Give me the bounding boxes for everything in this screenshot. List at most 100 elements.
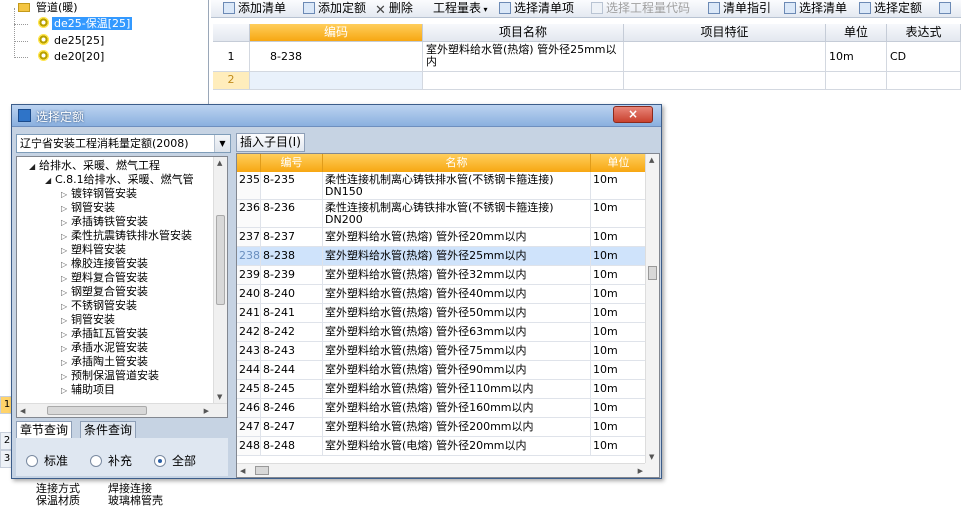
tree-item[interactable]: ▷ 辅助项目 xyxy=(61,383,115,397)
expanded-icon[interactable]: ◢ xyxy=(29,160,39,174)
close-button[interactable]: × xyxy=(613,106,653,123)
quota-name-cell[interactable]: 室外塑料给水管(热熔) 管外径50mm以内 xyxy=(323,304,591,323)
tab-condition-search[interactable]: 条件查询 xyxy=(80,421,137,439)
add-bill-button[interactable]: 添加清单 xyxy=(223,0,286,17)
quota-code-cell[interactable]: 8-238 xyxy=(261,247,323,266)
expand-icon[interactable]: ▷ xyxy=(61,314,71,328)
bill-unit-cell[interactable] xyxy=(826,72,887,90)
scroll-left-icon[interactable]: ◀ xyxy=(20,407,25,415)
tree-node-pipe-heating[interactable]: 管道(暖) xyxy=(18,0,80,16)
quota-name-cell[interactable]: 室外塑料给水管(热熔) 管外径20mm以内 xyxy=(323,228,591,247)
chevron-down-icon[interactable]: ▼ xyxy=(214,135,230,152)
bill-name-cell[interactable] xyxy=(423,72,624,90)
select-quantity-code-button[interactable]: 选择工程量代码 xyxy=(591,0,690,17)
expand-icon[interactable]: ▷ xyxy=(61,300,71,314)
quota-code-cell[interactable]: 8-247 xyxy=(261,418,323,437)
expand-icon[interactable]: ▷ xyxy=(61,258,71,272)
tree-item[interactable]: ▷ 承插水泥管安装 xyxy=(61,341,148,355)
expand-icon[interactable]: ▷ xyxy=(61,286,71,300)
radio-standard[interactable]: 标准 xyxy=(26,453,68,469)
tree-node-de25[interactable]: de25[25] xyxy=(38,33,106,49)
scroll-left-icon[interactable]: ◀ xyxy=(240,467,245,475)
bill-feature-cell[interactable] xyxy=(624,42,826,72)
scroll-up-icon[interactable]: ▲ xyxy=(649,156,654,164)
quota-unit-cell[interactable]: 10m xyxy=(591,399,647,418)
select-bill-item-button[interactable]: 选择清单项 xyxy=(499,0,574,17)
bill-guide-button[interactable]: 清单指引 xyxy=(708,0,771,17)
quota-code-cell[interactable]: 8-243 xyxy=(261,342,323,361)
quota-code-cell[interactable]: 8-240 xyxy=(261,285,323,304)
col-header-code[interactable]: 编码 xyxy=(250,24,423,42)
quota-name-cell[interactable]: 柔性连接机制离心铸铁排水管(不锈钢卡箍连接) DN200 xyxy=(323,200,591,228)
quota-unit-cell[interactable]: 10m xyxy=(591,228,647,247)
quota-unit-cell[interactable]: 10m xyxy=(591,380,647,399)
quota-code-cell[interactable]: 8-244 xyxy=(261,361,323,380)
quota-unit-cell[interactable]: 10m xyxy=(591,200,647,228)
quota-name-cell[interactable]: 室外塑料给水管(热熔) 管外径200mm以内 xyxy=(323,418,591,437)
quota-unit-cell[interactable]: 10m xyxy=(591,285,647,304)
quota-name-cell[interactable]: 室外塑料给水管(热熔) 管外径75mm以内 xyxy=(323,342,591,361)
bill-unit-cell[interactable]: 10m xyxy=(826,42,887,72)
expanded-icon[interactable]: ◢ xyxy=(45,174,55,188)
quota-name-cell[interactable]: 室外塑料给水管(热熔) 管外径63mm以内 xyxy=(323,323,591,342)
bill-code-cell[interactable]: 8-238 xyxy=(250,42,423,72)
tree-node-de20[interactable]: de20[20] xyxy=(38,49,106,65)
quota-code-cell[interactable]: 8-246 xyxy=(261,399,323,418)
list-header-code[interactable]: 编号 xyxy=(261,154,323,172)
resize-grip-icon[interactable] xyxy=(645,463,659,477)
list-header-name[interactable]: 名称 xyxy=(323,154,591,172)
select-quota-button[interactable]: 选择定额 xyxy=(859,0,922,17)
scroll-down-icon[interactable]: ▼ xyxy=(217,393,222,401)
quota-name-cell[interactable]: 室外塑料给水管(电熔) 管外径20mm以内 xyxy=(323,437,591,456)
bill-name-cell[interactable]: 室外塑料给水管(热熔) 管外径25mm以内 xyxy=(423,42,624,72)
quota-unit-cell[interactable]: 10m xyxy=(591,247,647,266)
expand-icon[interactable]: ▷ xyxy=(61,356,71,370)
expand-icon[interactable]: ▷ xyxy=(61,188,71,202)
tree-item[interactable]: ▷ 承插缸瓦管安装 xyxy=(61,327,148,341)
scroll-right-icon[interactable]: ▶ xyxy=(204,407,209,415)
quota-name-cell[interactable]: 室外塑料给水管(热熔) 管外径40mm以内 xyxy=(323,285,591,304)
quota-name-cell[interactable]: 柔性连接机制离心铸铁排水管(不锈钢卡箍连接) DN150 xyxy=(323,172,591,200)
expand-icon[interactable]: ▷ xyxy=(61,370,71,384)
quota-unit-cell[interactable]: 10m xyxy=(591,323,647,342)
tree-item[interactable]: ▷ 塑料管安装 xyxy=(61,243,126,257)
expand-icon[interactable]: ▷ xyxy=(61,230,71,244)
insert-child-button[interactable]: 插入子目(I) xyxy=(236,133,305,152)
tree-item[interactable]: ▷ 承插陶土管安装 xyxy=(61,355,148,369)
list-vertical-scrollbar[interactable]: ▲ ▼ xyxy=(645,154,659,463)
scroll-up-icon[interactable]: ▲ xyxy=(217,159,222,167)
bill-expression-cell[interactable]: CD xyxy=(887,42,961,72)
tree-item[interactable]: ▷ 铜管安装 xyxy=(61,313,115,327)
quota-code-cell[interactable]: 8-237 xyxy=(261,228,323,247)
expand-icon[interactable]: ▷ xyxy=(61,328,71,342)
expand-icon[interactable]: ▷ xyxy=(61,384,71,398)
scroll-thumb[interactable] xyxy=(47,406,147,415)
tree-item[interactable]: ▷ 镀锌钢管安装 xyxy=(61,187,137,201)
dialog-title-bar[interactable]: 选择定额 × xyxy=(12,105,661,127)
quota-unit-cell[interactable]: 10m xyxy=(591,342,647,361)
tree-item[interactable]: ▷ 柔性抗震铸铁排水管安装 xyxy=(61,229,192,243)
quota-name-cell[interactable]: 室外塑料给水管(热熔) 管外径32mm以内 xyxy=(323,266,591,285)
list-horizontal-scrollbar[interactable]: ◀ ▶ xyxy=(237,463,647,477)
bill-expression-cell[interactable] xyxy=(887,72,961,90)
scroll-thumb[interactable] xyxy=(216,215,225,305)
tree-item[interactable]: ◢ 给排水、采暖、燃气工程 xyxy=(29,159,160,173)
col-header-unit[interactable]: 单位 xyxy=(826,24,887,42)
quota-library-select[interactable]: 辽宁省安装工程消耗量定额(2008) ▼ xyxy=(16,134,231,153)
tree-item[interactable]: ▷ 不锈钢管安装 xyxy=(61,299,137,313)
quota-code-cell[interactable]: 8-235 xyxy=(261,172,323,200)
tree-horizontal-scrollbar[interactable]: ◀ ▶ xyxy=(17,403,227,417)
delete-button[interactable]: ✕ 删除 xyxy=(375,0,413,17)
tree-item[interactable]: ▷ 预制保温管道安装 xyxy=(61,369,159,383)
tree-item[interactable]: ▷ 钢塑复合管安装 xyxy=(61,285,148,299)
scroll-thumb[interactable] xyxy=(255,466,269,475)
property-value[interactable]: 玻璃棉管壳 xyxy=(108,492,178,508)
tree-item[interactable]: ▷ 承插铸铁管安装 xyxy=(61,215,148,229)
quota-name-cell[interactable]: 室外塑料给水管(热熔) 管外径25mm以内 xyxy=(323,247,591,266)
tree-item[interactable]: ◢ C.8.1给排水、采暖、燃气管 xyxy=(45,173,194,187)
col-header-name[interactable]: 项目名称 xyxy=(423,24,624,42)
quota-name-cell[interactable]: 室外塑料给水管(热熔) 管外径110mm以内 xyxy=(323,380,591,399)
scroll-right-icon[interactable]: ▶ xyxy=(638,467,643,475)
quota-unit-cell[interactable]: 10m xyxy=(591,361,647,380)
quota-unit-cell[interactable]: 10m xyxy=(591,437,647,456)
